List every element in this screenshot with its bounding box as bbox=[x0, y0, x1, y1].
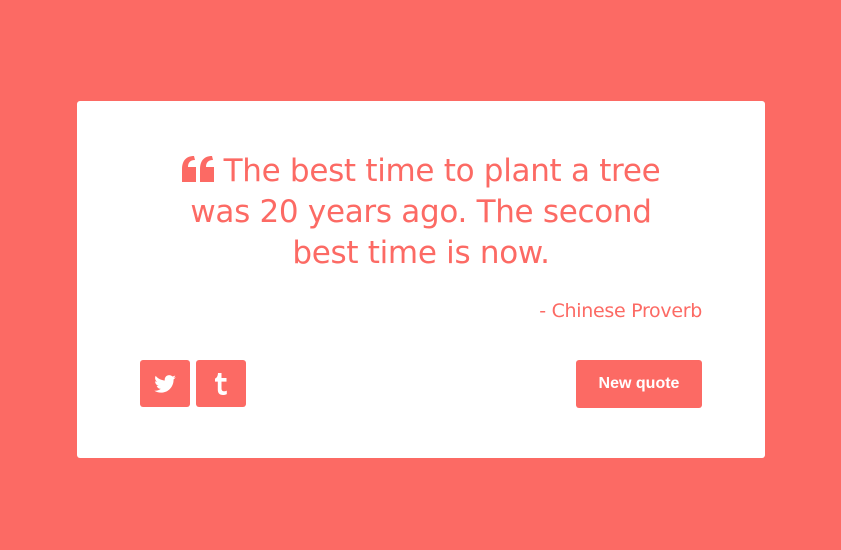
quote-card: The best time to plant a tree was 20 yea… bbox=[77, 101, 765, 458]
tumblr-icon bbox=[214, 372, 228, 395]
tweet-button[interactable] bbox=[140, 360, 190, 407]
quote-text: The best time to plant a tree was 20 yea… bbox=[190, 153, 661, 271]
quote-text-block: The best time to plant a tree was 20 yea… bbox=[164, 151, 678, 274]
quote-left-icon bbox=[181, 152, 214, 182]
quote-author: - Chinese Proverb bbox=[539, 300, 702, 322]
tumblr-button[interactable] bbox=[196, 360, 246, 407]
twitter-icon bbox=[154, 374, 176, 393]
new-quote-button[interactable]: New quote bbox=[576, 360, 702, 408]
